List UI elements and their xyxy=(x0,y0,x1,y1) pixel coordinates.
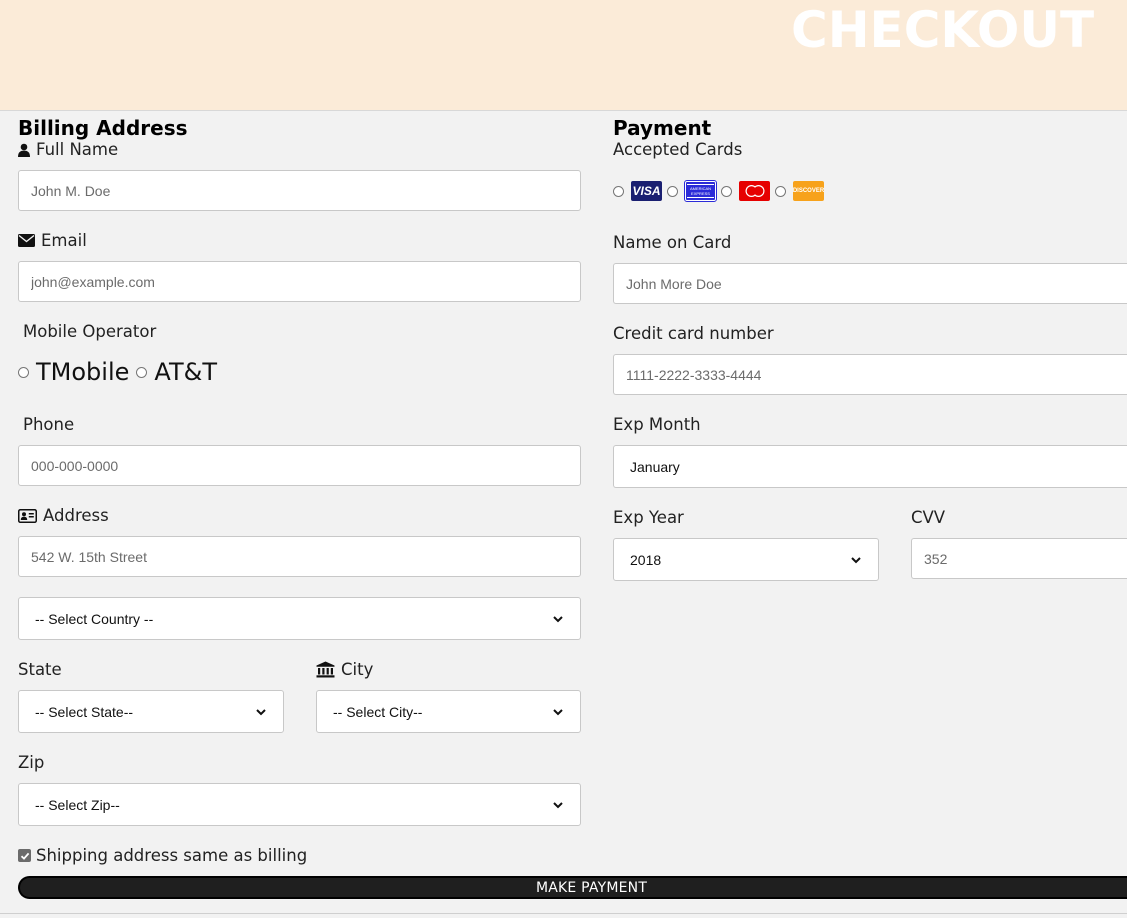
exp-month-label-text: Exp Month xyxy=(613,415,701,434)
zip-select[interactable]: -- Select Zip-- xyxy=(18,783,581,826)
exp-month-input[interactable] xyxy=(613,445,1127,488)
exp-year-label: Exp Year xyxy=(613,508,684,527)
full-name-input[interactable] xyxy=(18,170,581,211)
mastercard-icon xyxy=(739,181,770,201)
discover-radio[interactable] xyxy=(775,185,786,197)
phone-label-text: Phone xyxy=(23,415,75,434)
zip-label-text: Zip xyxy=(18,753,45,772)
make-payment-button-label: MAKE PAYMENT xyxy=(536,879,648,896)
payment-section-title: Payment xyxy=(613,116,712,140)
mobile-operator-options: TMobile AT&T xyxy=(18,358,217,386)
chevron-down-icon xyxy=(553,708,563,715)
shipping-same-checkbox[interactable] xyxy=(18,849,31,862)
accepted-cards-label: Accepted Cards xyxy=(613,140,742,159)
page-title: CHECKOUT xyxy=(791,1,1095,59)
phone-label: Phone xyxy=(23,415,74,434)
chevron-down-icon xyxy=(553,615,563,622)
make-payment-button[interactable]: MAKE PAYMENT xyxy=(18,876,1127,899)
city-select-value: -- Select City-- xyxy=(333,703,423,720)
name-on-card-label-text: Name on Card xyxy=(613,233,732,252)
user-icon xyxy=(18,143,30,157)
visa-icon: VISA xyxy=(631,181,662,201)
state-select[interactable]: -- Select State-- xyxy=(18,690,284,733)
mobile-operator-label: Mobile Operator xyxy=(23,322,156,341)
institution-icon xyxy=(316,661,335,678)
exp-year-select-value: 2018 xyxy=(630,551,662,568)
chevron-down-icon xyxy=(553,801,563,808)
address-label-text: Address xyxy=(43,506,109,525)
cvv-input[interactable] xyxy=(911,538,1127,579)
cvv-label-text: CVV xyxy=(911,508,946,527)
state-label: State xyxy=(18,660,62,679)
page-header: CHECKOUT xyxy=(0,0,1127,111)
exp-year-label-text: Exp Year xyxy=(613,508,684,527)
card-number-label: Credit card number xyxy=(613,324,774,343)
exp-year-select[interactable]: 2018 xyxy=(613,538,879,581)
discover-card-text: DISCOVER xyxy=(792,188,825,194)
accepted-cards-row: VISA AMERICAN EXPRESS DISCOVER xyxy=(613,180,824,202)
cvv-label: CVV xyxy=(911,508,945,527)
envelope-icon xyxy=(18,234,35,247)
city-select[interactable]: -- Select City-- xyxy=(316,690,581,733)
state-label-text: State xyxy=(18,660,62,679)
zip-label: Zip xyxy=(18,753,44,772)
bottom-divider xyxy=(0,913,1127,914)
amex-card-text: AMERICAN EXPRESS xyxy=(687,184,714,198)
accepted-cards-label-text: Accepted Cards xyxy=(613,140,743,159)
mobile-operator-label-text: Mobile Operator xyxy=(23,322,157,341)
mastercard-circles xyxy=(745,185,764,197)
amex-radio[interactable] xyxy=(667,185,678,197)
att-radio[interactable] xyxy=(136,366,148,378)
email-input[interactable] xyxy=(18,261,581,302)
email-label: Email xyxy=(18,231,87,250)
att-option-label: AT&T xyxy=(154,358,217,386)
city-label-text: City xyxy=(341,660,374,679)
visa-radio[interactable] xyxy=(613,185,624,197)
amex-icon: AMERICAN EXPRESS xyxy=(684,180,717,202)
country-select[interactable]: -- Select Country -- xyxy=(18,597,581,640)
card-number-label-text: Credit card number xyxy=(613,324,774,343)
full-name-label-text: Full Name xyxy=(36,140,119,159)
address-input[interactable] xyxy=(18,536,581,577)
zip-select-value: -- Select Zip-- xyxy=(35,796,120,813)
mastercard-radio[interactable] xyxy=(721,185,732,197)
card-number-input[interactable] xyxy=(613,354,1127,395)
email-label-text: Email xyxy=(41,231,87,250)
address-label: Address xyxy=(18,506,109,525)
address-card-icon xyxy=(18,508,37,523)
tmobile-option-label: TMobile xyxy=(36,358,130,386)
full-name-label: Full Name xyxy=(18,140,118,159)
billing-section-title: Billing Address xyxy=(18,116,188,140)
exp-month-label: Exp Month xyxy=(613,415,701,434)
chevron-down-icon xyxy=(851,556,861,563)
name-on-card-label: Name on Card xyxy=(613,233,731,252)
city-label: City xyxy=(316,660,373,679)
shipping-same-row: Shipping address same as billing xyxy=(18,846,307,865)
discover-icon: DISCOVER xyxy=(793,181,824,201)
country-select-value: -- Select Country -- xyxy=(35,610,154,627)
tmobile-radio[interactable] xyxy=(18,366,29,378)
visa-card-text: VISA xyxy=(632,184,661,198)
check-icon xyxy=(20,852,29,860)
shipping-same-label: Shipping address same as billing xyxy=(36,846,308,865)
state-select-value: -- Select State-- xyxy=(35,703,134,720)
name-on-card-input[interactable] xyxy=(613,263,1127,304)
chevron-down-icon xyxy=(256,708,266,715)
phone-input[interactable] xyxy=(18,445,581,486)
